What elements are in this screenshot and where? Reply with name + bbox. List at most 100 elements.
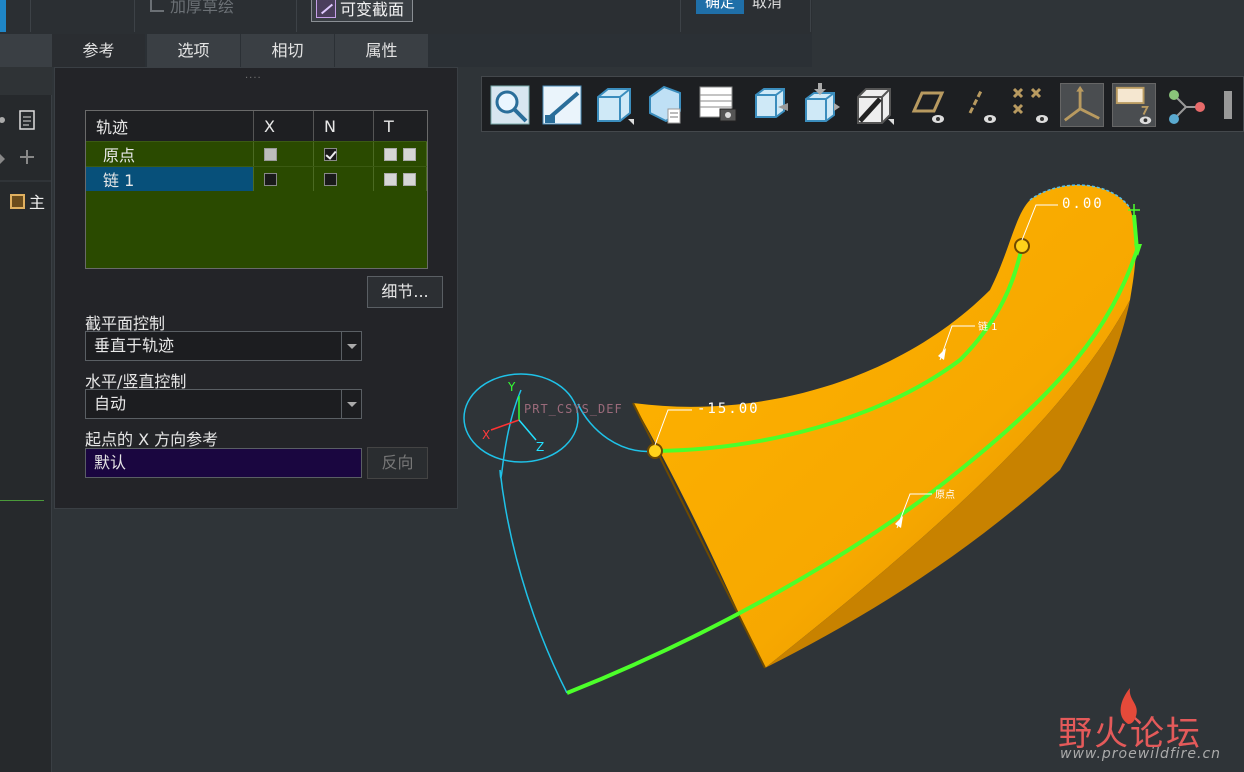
- thicken-sketch-label: 加厚草绘: [170, 0, 235, 16]
- leader-dim-top: [1021, 204, 1058, 241]
- t-checkbox[interactable]: [403, 172, 416, 186]
- spin-center-icon[interactable]: [800, 83, 844, 127]
- horizontal-vertical-control-select[interactable]: 自动: [85, 389, 362, 419]
- leader-arrow-icon: [895, 516, 903, 528]
- csys-x-axis: [490, 419, 520, 431]
- repaint-icon[interactable]: [540, 83, 584, 127]
- start-point-handle: [647, 443, 663, 459]
- csys-highlight: [463, 373, 579, 463]
- csys-label: PRT_CSYS_DEF: [524, 402, 623, 416]
- leader-origin: [896, 493, 932, 529]
- start-x-direction-label: 起点的 X 方向参考: [85, 430, 219, 449]
- origin-label: 原点: [935, 490, 955, 501]
- trajectory-direction-arrow: [1134, 244, 1142, 256]
- refit-zoom-icon[interactable]: [488, 83, 532, 127]
- details-button[interactable]: 细节...: [367, 276, 443, 308]
- panel-grip[interactable]: ....: [245, 70, 262, 81]
- leader-chain1: [939, 325, 975, 361]
- flip-button[interactable]: 反向: [367, 447, 428, 479]
- dimension-top[interactable]: 0.00: [1062, 196, 1104, 212]
- chevron-down-icon: [341, 332, 361, 360]
- plane-display-icon[interactable]: [904, 83, 948, 127]
- tree-header: [0, 67, 52, 95]
- dashboard-tabs: 参考 选项 相切 属性: [0, 34, 812, 67]
- sweep-surface-shadow: [765, 300, 1130, 668]
- part-icon: [10, 193, 25, 209]
- ok-button[interactable]: 确定: [696, 0, 744, 14]
- header-trajectory: 轨迹: [86, 111, 254, 141]
- leader-arrow-icon: [938, 348, 946, 360]
- section-plane-control-select[interactable]: 垂直于轨迹: [85, 331, 362, 361]
- csys-display-icon[interactable]: [1060, 83, 1104, 127]
- chain1-label: 链 1: [978, 322, 998, 333]
- ribbon-separator: [134, 0, 135, 32]
- settings-icon: [0, 117, 5, 123]
- references-panel: .... 轨迹 X N T 原点 链 1 细节... 截平面控制 垂直于轨迹 水…: [54, 67, 458, 509]
- point-display-icon[interactable]: [1008, 83, 1052, 127]
- tab-properties[interactable]: 属性: [335, 34, 429, 67]
- tabbar-left-fill: [0, 34, 52, 67]
- model-tree-panel: 主: [0, 67, 52, 772]
- toolbar-overflow-handle[interactable]: [1224, 91, 1232, 119]
- header-n: N: [314, 111, 374, 141]
- perspective-view-icon[interactable]: [748, 83, 792, 127]
- named-view-icon[interactable]: [644, 83, 688, 127]
- tab-references[interactable]: 参考: [52, 34, 146, 67]
- chevron-icon: [0, 154, 5, 164]
- tree-item-label: 主: [29, 193, 46, 212]
- sweep-surface: [633, 185, 1136, 668]
- variable-section-label: 可变截面: [340, 0, 405, 19]
- trajectory-table-header: 轨迹 X N T: [86, 111, 427, 141]
- tree-green-line: [0, 500, 44, 501]
- chevron-down-icon: [341, 390, 361, 418]
- dimension-start[interactable]: -15.00: [697, 401, 760, 417]
- ribbon-separator: [680, 0, 681, 32]
- tree-toolbar-icons: [0, 110, 52, 182]
- n-checkbox[interactable]: [324, 172, 337, 186]
- csys-z-axis: [518, 419, 537, 441]
- spin-center-display-icon[interactable]: [1164, 83, 1208, 127]
- sketch-curve-lower: [499, 389, 568, 694]
- ribbon: 加厚草绘 可变截面 确定 取消: [0, 0, 812, 34]
- tab-tangency[interactable]: 相切: [241, 34, 335, 67]
- axis-display-icon[interactable]: [956, 83, 1000, 127]
- n-checkbox[interactable]: [324, 147, 337, 161]
- flame-logo-icon: [1120, 688, 1137, 724]
- tree-item-main[interactable]: 主: [10, 189, 45, 213]
- t-checkbox[interactable]: [384, 172, 397, 186]
- ribbon-separator: [296, 0, 297, 32]
- section-plane-control-value: 垂直于轨迹: [94, 336, 175, 355]
- row-name: 原点: [86, 142, 254, 166]
- shaded-display-icon[interactable]: [592, 83, 636, 127]
- x-checkbox[interactable]: [264, 172, 277, 186]
- annotation-display-icon[interactable]: [1112, 83, 1156, 127]
- t-checkbox[interactable]: [384, 147, 397, 161]
- view-manager-icon[interactable]: [696, 83, 740, 127]
- axis-y-label: Y: [508, 380, 516, 394]
- watermark-url: www.proewildfire.cn: [1060, 746, 1222, 762]
- hidden-line-icon[interactable]: [852, 83, 896, 127]
- end-point-handle: [1014, 238, 1030, 254]
- thicken-sketch-button[interactable]: 加厚草绘: [150, 0, 234, 18]
- document-icon: [19, 110, 35, 130]
- row-name: 链 1: [86, 167, 254, 191]
- trajectory-end-marker: [1128, 204, 1140, 216]
- trajectory-table: 轨迹 X N T 原点 链 1: [85, 110, 428, 269]
- tab-options[interactable]: 选项: [147, 34, 241, 67]
- trajectory-origin: [566, 214, 1140, 695]
- start-x-direction-field[interactable]: 默认: [85, 448, 362, 478]
- ribbon-separator: [30, 0, 31, 32]
- cancel-button[interactable]: 取消: [752, 0, 782, 14]
- t-checkbox[interactable]: [403, 147, 416, 161]
- table-row-chain1[interactable]: 链 1: [86, 166, 427, 191]
- variable-section-button[interactable]: 可变截面: [311, 0, 413, 22]
- horizontal-vertical-control-value: 自动: [94, 394, 127, 413]
- trajectory-chain1: [654, 245, 1024, 453]
- header-x: X: [254, 111, 314, 141]
- table-row-origin[interactable]: 原点: [86, 141, 427, 166]
- variable-section-icon: [316, 0, 336, 18]
- header-t: T: [384, 116, 394, 136]
- axis-x-label: X: [482, 428, 491, 442]
- section-edge: [632, 402, 766, 669]
- x-checkbox[interactable]: [264, 147, 277, 161]
